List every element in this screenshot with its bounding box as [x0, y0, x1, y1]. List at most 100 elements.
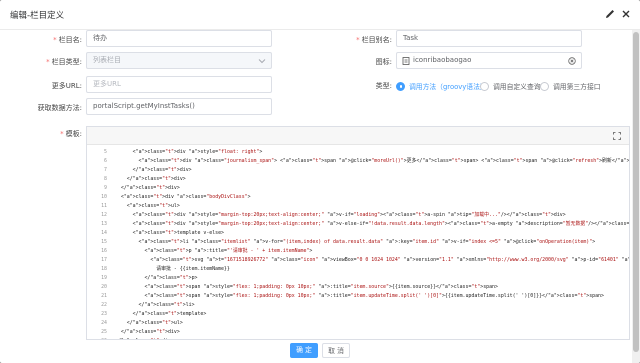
radio-dot: [480, 81, 489, 91]
line-number: 8: [104, 176, 107, 182]
column-alias-input[interactable]: Task: [396, 30, 582, 47]
line-number: 22: [101, 302, 107, 308]
line-number: 25: [101, 329, 107, 335]
code-text: </"a">class="t">p>: [115, 275, 198, 281]
icon-input[interactable]: iconribaobaogao: [396, 52, 582, 69]
code-text: 请审批 - {{item.itemName}}: [115, 266, 230, 272]
code-line: 18 请审批 - {{item.itemName}}: [87, 265, 629, 274]
report-icon: [402, 57, 410, 65]
cancel-button[interactable]: 取 消: [322, 343, 350, 358]
edit-column-dialog: 编辑-栏目定义 * 栏目名: 待办 * 栏目别名: Task * 栏目类型: 列表栏目…: [0, 0, 640, 363]
code-line: 23 </"a">class="t">template>: [87, 310, 629, 319]
icon-label: 图标:: [375, 58, 392, 66]
code-line: 19 </"a">class="t">p>: [87, 274, 629, 283]
column-name-input[interactable]: 待办: [86, 30, 272, 47]
line-number: 17: [101, 257, 107, 263]
radio-third-party-api[interactable]: 调用第三方接口: [540, 81, 601, 91]
code-line: 14 <"a">class="t">template v-else>: [87, 229, 629, 238]
code-line: 15 <"a">class="t">li "a">class="itemlist…: [87, 238, 629, 247]
code-text: <"a">class="t">div "a">class="bodyDivCla…: [115, 194, 251, 200]
fetch-method-label: 获取数据方法:: [37, 104, 82, 112]
line-number: 10: [101, 194, 107, 200]
close-icon[interactable]: [620, 8, 632, 20]
more-url-label: 更多URL:: [51, 82, 82, 90]
radio-dot: [540, 81, 549, 91]
code-line: 11 <"a">class="t">ul>: [87, 202, 629, 211]
line-number: 24: [101, 320, 107, 326]
scrollbar-thumb[interactable]: [633, 32, 639, 352]
code-line: 21 <"a">class="t">span "a">style="flex: …: [87, 292, 629, 301]
dialog-title: 编辑-栏目定义: [10, 11, 65, 21]
code-line: 16 <"a">class="t">p "a">:title="'请审批 - '…: [87, 247, 629, 256]
code-line: 9 </"a">class="t">div>: [87, 184, 629, 193]
code-text: <"a">class="t">span "a">style="flex: 1;p…: [115, 284, 498, 290]
line-number: 21: [101, 293, 107, 299]
code-editor[interactable]: 5 <"a">class="t">div "a">style="float: r…: [86, 126, 630, 340]
column-name-label: * 栏目名:: [53, 36, 82, 44]
code-text: <"a">class="t">template v-else>: [115, 230, 224, 236]
line-number: 12: [101, 212, 107, 218]
radio-custom-query[interactable]: 调用自定义查询: [480, 81, 541, 91]
code-text: <"a">class="t">div "a">style="margin-top…: [115, 221, 630, 227]
code-line: 13 <"a">class="t">div "a">style="margin-…: [87, 220, 629, 229]
line-number: 26: [87, 337, 107, 339]
line-number: 18: [101, 266, 107, 272]
line-number: 7: [104, 167, 107, 173]
line-number: 15: [101, 239, 107, 245]
dialog-header: 编辑-栏目定义: [0, 0, 640, 30]
line-number: 6: [104, 158, 107, 164]
editor-toolbar: [87, 127, 629, 145]
code-text: </"a">class="t">div>: [115, 185, 180, 191]
icon-value: iconribaobaogao: [413, 56, 472, 64]
code-line: 10 <"a">class="t">div "a">class="bodyDiv…: [87, 193, 629, 202]
code-line: 22 </"a">class="t">li>: [87, 301, 629, 310]
line-number: 16: [101, 248, 107, 254]
more-url-input[interactable]: 更多URL: [86, 76, 272, 93]
clear-icon[interactable]: [568, 57, 576, 65]
code-text: </"a">class="t">div>: [115, 167, 192, 173]
code-text: <"a">class="t">li "a">class="itemlist" "…: [115, 239, 596, 245]
code-line: 5 <"a">class="t">div "a">style="float: r…: [87, 148, 629, 157]
code-line: 6 <"a">class="t">div "a">class="journali…: [87, 157, 629, 166]
template-label: * 模板:: [60, 130, 82, 138]
code-text: </"a">class="t">li>: [115, 302, 195, 308]
line-number: 11: [101, 203, 107, 209]
code-text: <"a">class="t">div "a">style="float: rig…: [115, 149, 263, 155]
fetch-method-input[interactable]: portalScript.getMyInstTasks(): [86, 98, 272, 115]
code-text: <"a">class="t">ul>: [115, 203, 180, 209]
column-type-label: * 栏目类型:: [46, 58, 82, 66]
radio-groovy-method[interactable]: 调用方法（groovy语法）: [396, 81, 487, 91]
data-type-label: 类型:: [375, 82, 392, 90]
line-number: 19: [101, 275, 107, 281]
pencil-icon[interactable]: [604, 8, 616, 20]
column-type-value: 列表栏目: [93, 56, 121, 64]
column-type-select[interactable]: 列表栏目: [86, 52, 272, 69]
code-line: 17 <"a">class="t">svg "a">t="16715189267…: [87, 256, 629, 265]
line-number: 23: [101, 311, 107, 317]
code-line: 12 <"a">class="t">div "a">style="margin-…: [87, 211, 629, 220]
code-text: </"a">class="t">div>: [115, 337, 174, 339]
code-line: 24 </"a">class="t">ul>: [87, 319, 629, 328]
code-line: 26 </"a">class="t">div>: [87, 337, 629, 339]
line-number: 5: [104, 149, 107, 155]
line-number: 20: [101, 284, 107, 290]
code-text: </"a">class="t">div>: [115, 176, 186, 182]
confirm-button[interactable]: 确 定: [290, 343, 318, 358]
dialog-scrollbar[interactable]: [632, 30, 640, 363]
code-text: <"a">class="t">svg "a">t="1671518926772"…: [115, 257, 630, 263]
code-text: </"a">class="t">div>: [115, 329, 180, 335]
code-text: <"a">class="t">div "a">style="margin-top…: [115, 212, 566, 218]
code-text: <"a">class="t">p "a">:title="'请审批 - ' + …: [115, 248, 313, 254]
code-text: </"a">class="t">template>: [115, 311, 207, 317]
code-line: 25 </"a">class="t">div>: [87, 328, 629, 337]
radio-dot: [396, 81, 405, 91]
code-line: 7 </"a">class="t">div>: [87, 166, 629, 175]
code-text: <"a">class="t">div "a">class="journalism…: [115, 158, 630, 164]
column-alias-label: * 栏目别名:: [356, 36, 392, 44]
fullscreen-icon[interactable]: [613, 132, 621, 140]
line-number: 13: [101, 221, 107, 227]
chevron-down-icon: [258, 59, 266, 64]
line-number: 9: [104, 185, 107, 191]
code-line: 20 <"a">class="t">span "a">style="flex: …: [87, 283, 629, 292]
code-line: 8 </"a">class="t">div>: [87, 175, 629, 184]
